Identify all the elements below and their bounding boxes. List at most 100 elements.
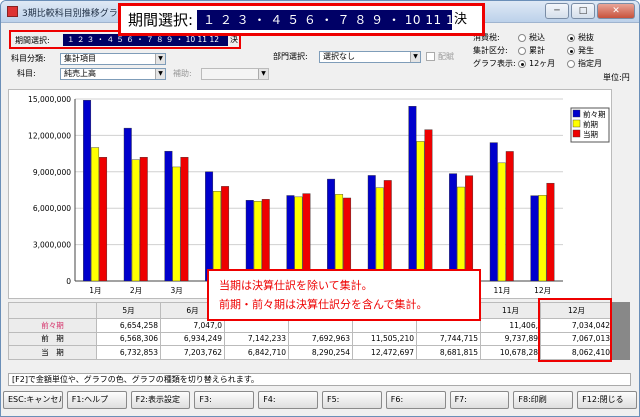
tax-included-radio[interactable] (518, 34, 526, 42)
chevron-down-icon: ▼ (155, 54, 165, 64)
fkey-button-1[interactable]: F1:ヘルプ (66, 391, 127, 409)
fkey-button-8[interactable]: F8:印刷 (513, 391, 574, 409)
fkey-button-3[interactable]: F3: (194, 391, 255, 409)
bar-2 (99, 157, 108, 282)
maximize-button[interactable]: □ (571, 3, 595, 19)
note-callout: 当期は決算仕訳を除いて集計。 前期・前々期は決算仕訳分を含んで集計。 (207, 269, 481, 321)
fkey-button-6[interactable]: F6: (385, 391, 446, 409)
table-cell: 6,934,249 (160, 331, 225, 347)
fkey-button-4[interactable]: F4: (258, 391, 318, 409)
table-cell: 6,732,853 (96, 345, 161, 360)
legend-label: 前期 (583, 119, 598, 129)
sub-account-label: 補助: (173, 69, 192, 78)
cumulative-radio[interactable] (518, 47, 526, 55)
chevron-down-icon: ▼ (410, 52, 420, 62)
column-header: 5月 (96, 302, 161, 319)
fkey-button-7[interactable]: F7: (449, 391, 510, 409)
dept-label: 部門選択: (273, 52, 308, 61)
table-cell: 6,654,258 (96, 317, 161, 333)
fkey-button-2[interactable]: F2:表示設定 (130, 391, 191, 409)
bar-2 (546, 182, 555, 282)
bar-1 (172, 166, 181, 282)
legend-swatch (572, 109, 581, 118)
cumulative-label: 累計 (529, 46, 545, 55)
column-header: 11月 (480, 302, 541, 319)
bar-2 (302, 193, 311, 282)
bar-0 (530, 195, 539, 282)
table-cell: 6,842,710 (224, 345, 289, 360)
bar-1 (497, 162, 506, 282)
dept-select[interactable]: 選択なし ▼ (319, 51, 421, 63)
fkey-button-9[interactable]: F12:閉じる (577, 391, 637, 409)
table-cell: 6,568,306 (96, 331, 161, 347)
x-tick-label: 11月 (493, 286, 510, 295)
y-tick-label: 6,000,000 (33, 204, 71, 213)
allocation-checkbox[interactable] (426, 52, 435, 61)
bar-0 (408, 106, 417, 282)
specified-month-radio[interactable] (567, 60, 575, 68)
tax-excluded-radio[interactable] (567, 34, 575, 42)
note-line-2: 前期・前々期は決算仕訳分を含んで集計。 (219, 298, 428, 311)
bar-1 (131, 159, 140, 282)
fkey-button-5[interactable]: F5: (321, 391, 382, 409)
aggregation-label: 集計区分: (473, 46, 508, 55)
y-tick-label: 9,000,000 (33, 168, 71, 177)
close-button[interactable]: ✕ (597, 3, 635, 19)
table-scrollbar[interactable] (612, 302, 630, 360)
period-callout-value: １ ２ ３ ・ ４ ５ ６ ・ ７ ８ ９ ・ 10 11 12 (197, 10, 462, 30)
minimize-button[interactable]: ─ (545, 3, 569, 19)
period-callout-label: 期間選択: (128, 11, 194, 29)
row-header: 前 期 (8, 331, 97, 347)
x-tick-label: 1月 (89, 286, 101, 295)
legend-label: 当期 (583, 129, 598, 139)
twelve-month-label: 12ヶ月 (529, 59, 556, 68)
app-icon (7, 6, 18, 17)
bar-1 (91, 147, 100, 282)
table-cell: 7,744,715 (416, 331, 481, 347)
bar-0 (123, 127, 132, 282)
period-callout-suffix: 決 (454, 12, 468, 27)
legend-swatch (572, 129, 581, 138)
occurrence-label: 発生 (578, 46, 594, 55)
legend-label: 前々期 (583, 109, 606, 119)
bar-1 (457, 186, 466, 282)
app-window: 3期比較科目別推移グラフ ─ □ ✕ 期間選択: １ ２ ３ ・ ４ ５ ６ ・… (0, 0, 640, 417)
bar-chart: 15,000,000 12,000,000 9,000,000 6,000,000 3,… (8, 89, 612, 299)
table-cell: 8,290,254 (288, 345, 353, 360)
category-select[interactable]: 集計項目 ▼ (60, 53, 166, 65)
account-select-value: 純売上高 (64, 69, 96, 78)
specified-month-label: 指定月 (578, 59, 602, 68)
bar-2 (180, 157, 189, 282)
x-tick-label: 3月 (171, 286, 183, 295)
table-cell: 9,737,89 (480, 331, 541, 347)
tax-excluded-label: 税抜 (578, 33, 594, 42)
legend-swatch (572, 119, 581, 128)
status-bar: [F2]で金額単位や、グラフの色、グラフの種類を切り替えられます。 (8, 373, 631, 386)
chevron-down-icon: ▼ (258, 69, 268, 79)
bar-2 (424, 129, 433, 282)
table-cell: 7,692,963 (288, 331, 353, 347)
x-tick-label: 2月 (130, 286, 142, 295)
bar-2 (505, 151, 514, 282)
bar-1 (213, 191, 222, 282)
tax-included-label: 税込 (529, 33, 545, 42)
occurrence-radio[interactable] (567, 47, 575, 55)
bar-0 (83, 100, 92, 282)
bar-0 (164, 150, 173, 282)
category-label: 科目分類: (11, 54, 46, 63)
chevron-down-icon: ▼ (155, 69, 165, 79)
row-header: 当 期 (8, 345, 97, 360)
bar-0 (205, 171, 214, 282)
twelve-month-radio[interactable] (518, 60, 526, 68)
function-key-bar: ESC:キャンセル F1:ヘルプ F2:表示設定 F3: F4: F5: F6: F7: F8:… (3, 391, 637, 409)
bar-1 (335, 194, 344, 282)
allocation-label: 配賦 (438, 52, 454, 61)
y-tick-label: 3,000,000 (33, 241, 71, 250)
bar-0 (449, 173, 458, 282)
table-cell: 7,203,762 (160, 345, 225, 360)
fkey-button-0[interactable]: ESC:キャンセル (3, 391, 63, 409)
window-title: 3期比較科目別推移グラフ (22, 9, 127, 19)
graph-display-label: グラフ表示: (473, 59, 516, 68)
bar-2 (139, 157, 148, 282)
account-select[interactable]: 純売上高 ▼ (60, 68, 166, 80)
